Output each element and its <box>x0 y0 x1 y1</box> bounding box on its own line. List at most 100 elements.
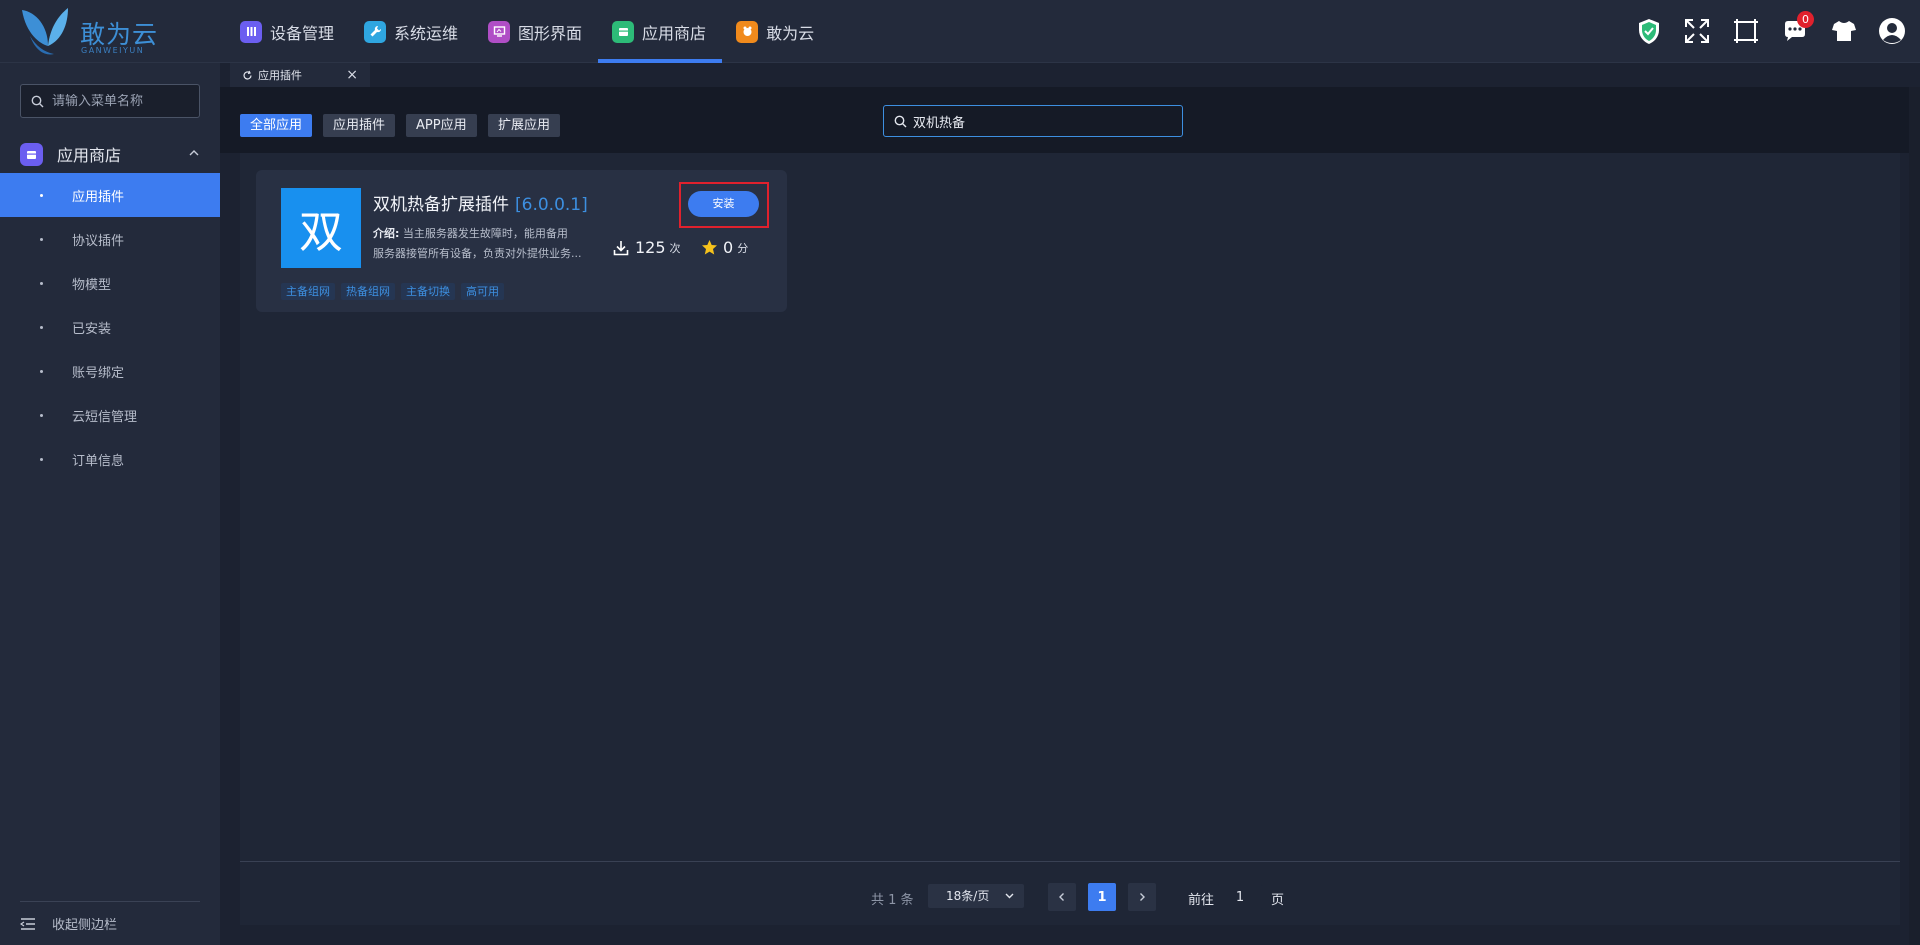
nav-item-app-store[interactable]: 应用商店 <box>598 0 723 63</box>
sidebar-group-label: 应用商店 <box>57 146 122 165</box>
search-icon <box>894 115 907 127</box>
chevron-left-icon <box>1059 893 1064 901</box>
prev-page-button[interactable] <box>1048 883 1076 911</box>
sidebar-group-app-store[interactable]: 应用商店 <box>0 134 220 174</box>
goto-page-input[interactable] <box>1217 884 1263 910</box>
app-tags: 主备组网 热备组网 主备切换 高可用 <box>281 283 510 300</box>
sidebar: 应用商店 应用插件 协议插件 物模型 已安装 账号绑定 云短信管理 订单信息 收… <box>0 63 220 945</box>
collapse-menu-icon <box>20 917 35 930</box>
theme-shirt-icon[interactable] <box>1830 17 1858 45</box>
device-icon <box>240 20 262 43</box>
nav-label: 系统运维 <box>394 23 459 43</box>
nav-label: 应用商店 <box>642 23 707 43</box>
sidebar-item-protocol-plugins[interactable]: 协议插件 <box>0 217 220 261</box>
bullet-icon <box>40 325 43 329</box>
logo[interactable]: 敢为云 GANWEIYUN <box>18 6 168 58</box>
nav-label: 设备管理 <box>270 23 335 43</box>
filter-app-apps-button[interactable]: APP应用 <box>406 114 477 137</box>
rating-unit: 分 <box>737 241 749 255</box>
description-label: 介绍: <box>373 227 400 240</box>
bullet-icon <box>40 369 43 373</box>
app-search-input[interactable] <box>913 113 1163 129</box>
graphic-icon <box>488 20 511 43</box>
app-name: 双机热备扩展插件 <box>373 195 509 215</box>
user-avatar-icon[interactable] <box>1878 17 1906 45</box>
sidebar-item-label: 应用插件 <box>72 189 125 205</box>
bullet-icon <box>40 413 43 417</box>
store-icon <box>20 142 43 166</box>
nav-label: 图形界面 <box>518 23 583 43</box>
security-shield-icon[interactable] <box>1635 17 1663 45</box>
logo-subtext: GANWEIYUN <box>81 46 145 55</box>
menu-search[interactable] <box>20 84 200 118</box>
bullet-icon <box>40 457 43 461</box>
tag: 高可用 <box>461 283 504 300</box>
sidebar-item-thing-model[interactable]: 物模型 <box>0 261 220 305</box>
collapse-sidebar-label: 收起侧边栏 <box>52 918 118 933</box>
top-header: 敢为云 GANWEIYUN 设备管理 系统运维 图形界面 应用商店 敢为云 0 <box>0 0 1920 63</box>
menu-search-input[interactable] <box>52 93 192 109</box>
download-count: 125 次 <box>613 238 681 257</box>
pagination-total: 共 1 条 <box>871 893 914 908</box>
download-icon <box>613 240 629 255</box>
star-icon <box>702 240 717 255</box>
vertical-scrollbar[interactable] <box>1909 87 1920 945</box>
sidebar-item-cloud-sms[interactable]: 云短信管理 <box>0 393 220 437</box>
cloud-brand-icon <box>736 20 759 43</box>
filter-app-plugins-button[interactable]: 应用插件 <box>323 114 396 137</box>
nav-item-ganweiyun[interactable]: 敢为云 <box>722 0 830 63</box>
tab-label: 应用插件 <box>258 69 302 82</box>
filter-all-apps-button[interactable]: 全部应用 <box>240 114 313 137</box>
sidebar-item-orders[interactable]: 订单信息 <box>0 437 220 481</box>
close-icon[interactable]: × <box>346 68 358 82</box>
butterfly-logo-icon <box>22 8 68 55</box>
chevron-up-icon <box>189 150 199 156</box>
goto-label: 前往 <box>1188 893 1215 908</box>
install-highlight-box: 安装 <box>679 182 769 228</box>
pagination: 共 1 条 18条/页 1 前往 页 <box>240 883 1900 911</box>
message-icon[interactable]: 0 <box>1781 11 1814 45</box>
install-button[interactable]: 安装 <box>688 191 759 217</box>
page-size-select[interactable]: 18条/页 <box>928 884 1024 908</box>
tag: 主备组网 <box>281 283 335 300</box>
nav-item-system-ops[interactable]: 系统运维 <box>350 0 474 63</box>
sidebar-item-account-binding[interactable]: 账号绑定 <box>0 349 220 393</box>
bullet-icon <box>40 237 43 241</box>
divider <box>240 861 1900 862</box>
app-search[interactable] <box>883 105 1183 137</box>
filter-bar: 全部应用 应用插件 APP应用 扩展应用 <box>220 87 1920 153</box>
sidebar-item-app-plugins[interactable]: 应用插件 <box>0 173 220 217</box>
sidebar-item-label: 已安装 <box>72 321 112 337</box>
app-version: [6.0.0.1] <box>515 195 588 215</box>
top-nav: 设备管理 系统运维 图形界面 应用商店 敢为云 <box>226 0 830 63</box>
search-icon <box>31 95 44 107</box>
nav-item-graphic-ui[interactable]: 图形界面 <box>474 0 598 63</box>
screen-frame-icon[interactable] <box>1732 17 1760 45</box>
fullscreen-icon[interactable] <box>1683 17 1711 45</box>
chevron-right-icon <box>1140 893 1145 901</box>
page-suffix: 页 <box>1271 893 1285 908</box>
description-line-1: 当主服务器发生故障时，能用备用 <box>402 227 568 240</box>
sidebar-menu: 应用插件 协议插件 物模型 已安装 账号绑定 云短信管理 订单信息 <box>0 173 220 481</box>
sidebar-item-label: 协议插件 <box>72 233 125 249</box>
collapse-sidebar-button[interactable]: 收起侧边栏 <box>20 901 200 945</box>
filter-extension-apps-button[interactable]: 扩展应用 <box>488 114 561 137</box>
sidebar-item-label: 账号绑定 <box>72 365 125 381</box>
app-card[interactable]: 双 双机热备扩展插件 [6.0.0.1] 介绍: 当主服务器发生故障时，能用备用 … <box>256 170 787 312</box>
bullet-icon <box>40 193 43 197</box>
nav-item-device-management[interactable]: 设备管理 <box>226 0 350 63</box>
app-title: 双机热备扩展插件 [6.0.0.1] <box>373 190 588 215</box>
app-list-area: 双 双机热备扩展插件 [6.0.0.1] 介绍: 当主服务器发生故障时，能用备用 … <box>240 153 1900 925</box>
rating-value: 0 <box>723 238 734 257</box>
tab-strip: 应用插件 × <box>220 63 1920 87</box>
sidebar-item-installed[interactable]: 已安装 <box>0 305 220 349</box>
chevron-down-icon <box>1005 893 1014 899</box>
sidebar-item-label: 云短信管理 <box>72 409 138 425</box>
next-page-button[interactable] <box>1128 883 1156 911</box>
sidebar-item-label: 物模型 <box>72 277 112 293</box>
notification-badge: 0 <box>1797 11 1814 28</box>
refresh-icon[interactable] <box>242 70 253 81</box>
page-button-current[interactable]: 1 <box>1088 883 1116 911</box>
tab-app-plugins[interactable]: 应用插件 × <box>230 63 370 87</box>
page-size-value: 18条/页 <box>946 889 990 903</box>
